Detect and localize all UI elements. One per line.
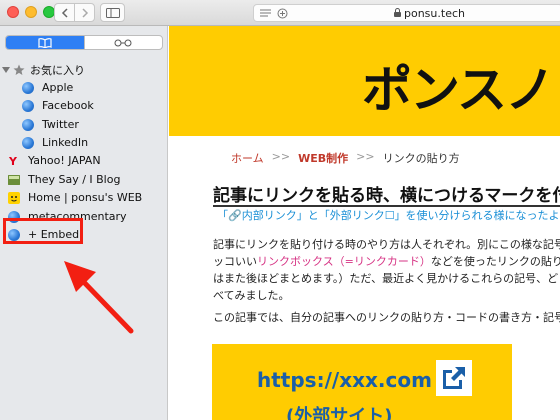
forward-button[interactable] [74,3,95,22]
book-icon [38,37,52,48]
bookmark-label: Twitter [42,118,79,131]
external-link-icon [436,360,472,396]
bookmark-label: Home | ponsu's WEB [28,191,143,204]
breadcrumb: ホーム >> WEB制作 >> リンクの貼り方 [231,150,460,166]
article-subtitle: 「🔗内部リンク」と「外部リンク☐」を使い分けられる様になったよと [217,209,560,222]
paragraph-text: ッコいい [213,255,257,268]
site-icon [8,174,20,185]
bookmark-item[interactable]: Y Yahoo! JAPAN [8,152,101,169]
minimize-window-button[interactable] [25,6,37,18]
star-icon [13,64,25,75]
article-title: 記事にリンクを貼る時、横につけるマークを付 [213,186,560,206]
card-subtitle: (外部サイト) [286,406,393,420]
tab-bookmarks[interactable] [6,36,84,49]
web-content: ポンスノ ホーム >> WEB制作 >> リンクの貼り方 記事にリンクを貼る時、… [169,26,560,420]
bookmark-label: Apple [42,81,74,94]
bookmark-label: They Say / I Blog [28,173,121,186]
site-header-banner: ポンスノ [169,26,560,136]
bookmark-label: Facebook [42,99,94,112]
tab-reading-list[interactable] [83,36,163,49]
disclosure-triangle-icon [2,66,10,73]
smiley-icon [8,191,20,204]
folder-favorites[interactable]: お気に入り [2,61,85,78]
address-bar[interactable]: ponsu.tech [253,4,560,22]
article-paragraph-line: ッコいいリンクボックス（=リンクカード）などを使ったリンクの貼り [213,253,560,270]
bookmark-item[interactable]: Facebook [22,97,94,114]
svg-text:Y: Y [8,155,18,167]
bookmark-label: Yahoo! JAPAN [28,154,101,167]
lock-icon [394,8,401,17]
external-link-card[interactable]: https://xxx.com (外部サイト) [212,344,512,420]
card-url: https://xxx.com [257,368,432,392]
bookmark-item[interactable]: They Say / I Blog [8,171,120,188]
sidebar-segmented-control [5,35,163,50]
reader-icon[interactable] [260,9,271,18]
globe-icon [22,99,34,112]
breadcrumb-category-link[interactable]: WEB制作 [298,150,348,166]
globe-icon [22,118,34,131]
breadcrumb-separator: >> [356,150,375,163]
link-box-link[interactable]: リンクボックス（=リンクカード） [257,255,431,268]
back-button[interactable] [54,3,75,22]
bookmark-label: LinkedIn [42,136,89,149]
bookmark-item[interactable]: Apple [22,79,73,96]
bookmark-item[interactable]: Home | ponsu's WEB [8,189,142,206]
window-toolbar: ponsu.tech [0,0,560,26]
article-paragraph-line: べてみました。 [213,289,290,302]
highlight-box [3,218,83,244]
close-window-button[interactable] [7,6,19,18]
article-paragraph-line: 記事にリンクを貼り付ける時のやり方は人それぞれ。別にこの様な記号 [213,238,560,251]
chevron-right-icon [81,7,88,18]
yahoo-icon: Y [8,155,18,167]
globe-icon [22,81,34,94]
sidebar-icon [105,7,120,18]
folder-label: お気に入り [30,63,85,77]
globe-icon [22,136,34,149]
breadcrumb-separator: >> [271,150,291,163]
address-text: ponsu.tech [404,7,465,20]
sidebar-toggle-button[interactable] [100,3,125,22]
article-paragraph: この記事では、自分の記事へのリンクの貼り方・コードの書き方・記号の [213,311,560,324]
article-paragraph-line: はまた後ほどまとめます。）ただ、最近よく見かけるこれらの記号、ど [213,272,559,285]
chevron-left-icon [61,7,68,18]
bookmark-item[interactable]: LinkedIn [22,134,88,151]
site-logo[interactable]: ポンスノ [362,50,555,122]
breadcrumb-home-link[interactable]: ホーム [231,150,264,166]
page-settings-icon[interactable] [277,8,288,19]
glasses-icon [114,39,132,46]
breadcrumb-current: リンクの貼り方 [382,152,460,165]
bookmark-item[interactable]: Twitter [22,116,79,133]
paragraph-text: などを使ったリンクの貼り [430,255,560,268]
